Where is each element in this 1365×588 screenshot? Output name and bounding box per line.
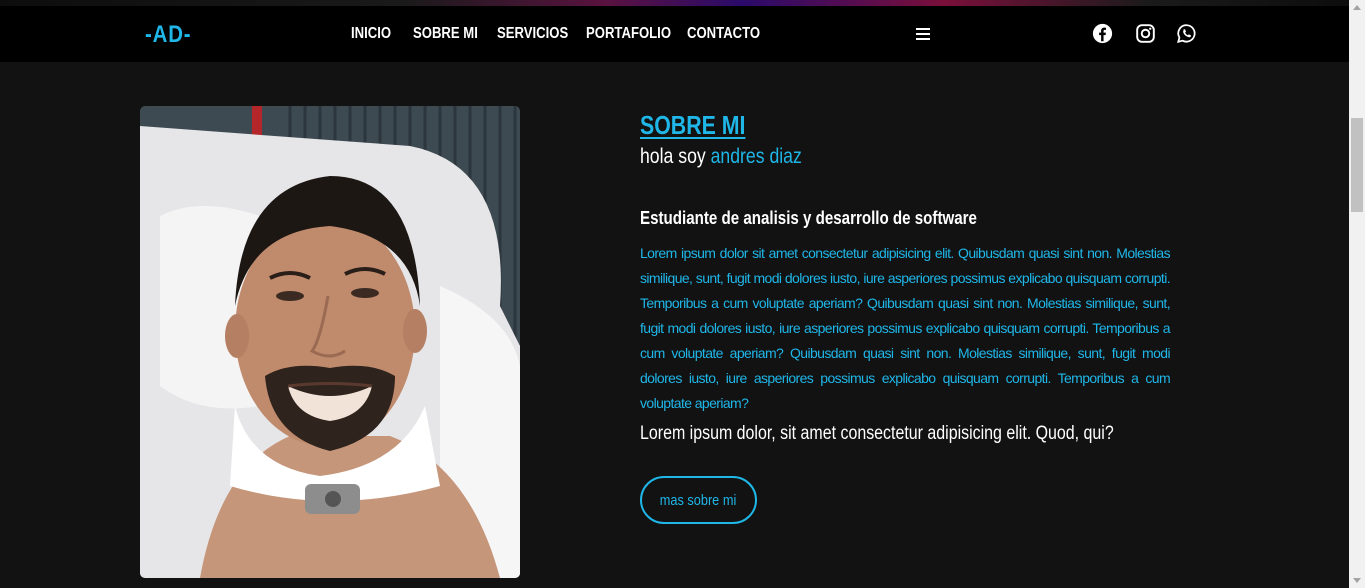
author-name: andres diaz xyxy=(710,145,802,168)
nav-link-servicios[interactable]: SERVICIOS xyxy=(497,25,568,43)
navbar: -AD- INICIO SOBRE MI SERVICIOS PORTAFOLI… xyxy=(0,6,1349,62)
more-about-button-label: mas sobre mi xyxy=(660,491,737,509)
logo[interactable]: -AD- xyxy=(145,21,191,49)
scroll-up-arrow-icon[interactable] xyxy=(1353,5,1361,10)
nav-link-sobre-mi[interactable]: SOBRE MI xyxy=(413,25,478,43)
scroll-down-arrow-icon[interactable] xyxy=(1353,578,1361,583)
about-title[interactable]: SOBRE MI xyxy=(640,110,745,141)
greeting: hola soy andres diaz xyxy=(640,145,1085,169)
page-scrollbar[interactable] xyxy=(1349,0,1365,588)
hamburger-menu-icon[interactable] xyxy=(916,28,932,40)
profile-photo xyxy=(140,106,520,578)
more-about-button[interactable]: mas sobre mi xyxy=(640,476,757,524)
scrollbar-thumb[interactable] xyxy=(1351,118,1363,212)
about-lead: Lorem ipsum dolor, sit amet consectetur … xyxy=(640,423,1114,444)
about-subtitle: Estudiante de analisis y desarrollo de s… xyxy=(640,208,977,228)
nav-link-contacto[interactable]: CONTACTO xyxy=(687,25,760,43)
nav-link-portafolio[interactable]: PORTAFOLIO xyxy=(586,25,671,43)
nav-link-inicio[interactable]: INICIO xyxy=(351,25,391,43)
whatsapp-icon[interactable] xyxy=(1176,23,1197,44)
instagram-icon[interactable] xyxy=(1135,23,1156,44)
about-section: SOBRE MI hola soy andres diaz Estudiante… xyxy=(640,110,1171,524)
about-paragraph: Lorem ipsum dolor sit amet consectetur a… xyxy=(640,245,1171,411)
facebook-icon[interactable] xyxy=(1092,23,1113,44)
greeting-prefix: hola soy xyxy=(640,145,706,168)
